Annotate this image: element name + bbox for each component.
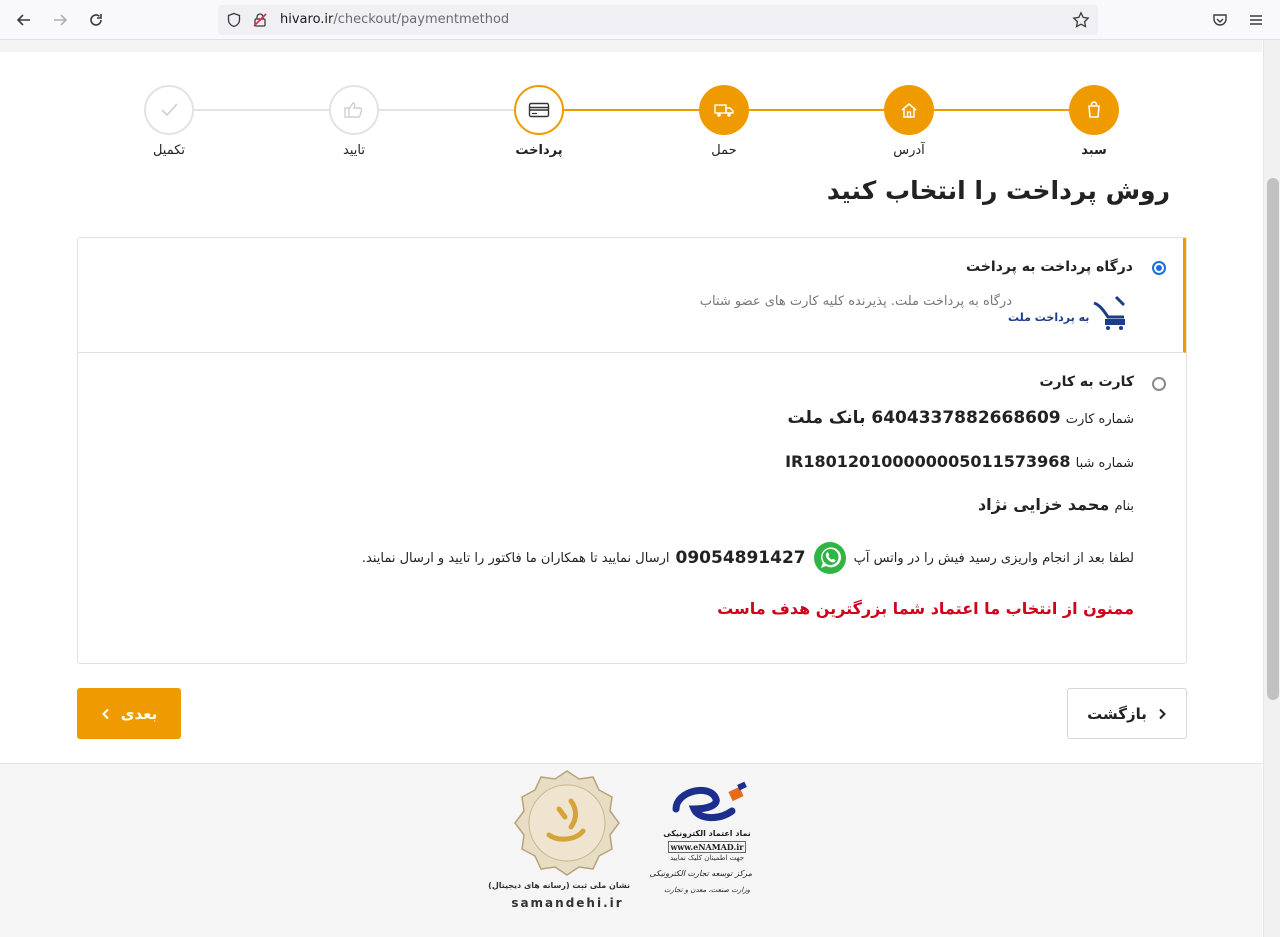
hamburger-menu-icon[interactable] [1244, 8, 1268, 32]
note-before: لطفا بعد از انجام واریزی رسید فیش را در … [853, 550, 1134, 566]
url-text: hivaro.ir/checkout/paymentmethod [280, 12, 509, 27]
credit-card-icon [528, 102, 550, 118]
url-domain: hivaro.ir [280, 12, 334, 27]
page-title: روش پرداخت را انتخاب کنید [826, 176, 1170, 205]
samandehi-seal-icon [514, 770, 620, 876]
gateway-description: درگاه به پرداخت ملت. پذیرنده کلیه کارت ه… [699, 294, 1012, 309]
samandehi-badge[interactable]: نشان ملی ثبت (رسانه های دیجیتال) samande… [488, 769, 630, 914]
home-icon [901, 103, 917, 118]
chevron-right-icon [1159, 708, 1166, 719]
enamad-url: www.eNAMAD.ir [668, 841, 746, 853]
card-to-card-radio[interactable] [1152, 377, 1166, 391]
enamad-hint: جهت اطمینان کلیک نمایید [669, 854, 745, 862]
pocket-icon[interactable] [1208, 8, 1232, 32]
scrollbar-thumb[interactable] [1267, 178, 1279, 700]
enamad-org: مرکز توسعه تجارت الکترونیکی [649, 869, 752, 878]
enamad-title: نماد اعتماد الکترونیکی [663, 829, 751, 838]
mellat-logo: به پرداخت ملت [1008, 293, 1138, 333]
step-confirm [329, 85, 379, 135]
page-scrollbar[interactable] [1263, 40, 1280, 937]
step-cart [1069, 85, 1119, 135]
gateway-title: درگاه پرداخت به پرداخت [966, 259, 1133, 275]
enamad-ministry: وزارت صنعت، معدن و تجارت [663, 886, 751, 894]
sheba-value: IR180120100000005011573968 [785, 452, 1071, 471]
next-button-label: بعدی [120, 704, 158, 723]
step-address [884, 85, 934, 135]
step-label-complete: تکمیل [152, 143, 186, 158]
checkout-page: سبد آدرس حمل پرداخت تایید تکمیل روش پردا… [0, 40, 1262, 937]
bookmark-star-icon[interactable] [1072, 11, 1090, 33]
back-arrow-icon[interactable] [12, 8, 36, 32]
enamad-badge[interactable]: نماد اعتماد الکترونیکی www.eNAMAD.ir جهت… [649, 769, 757, 911]
card-number-row: شماره کارت 6404337882668609 بانک ملت [788, 408, 1134, 428]
bag-icon [1088, 101, 1100, 118]
step-label-cart: سبد [1081, 143, 1107, 158]
next-button[interactable]: بعدی [77, 688, 181, 739]
whatsapp-note-row: لطفا بعد از انجام واریزی رسید فیش را در … [362, 540, 1134, 576]
thanks-message: ممنون از انتخاب ما اعتماد شما بزرگترین ه… [717, 599, 1134, 618]
sheba-row: شماره شبا IR180120100000005011573968 [785, 452, 1134, 471]
owner-label: بنام [1114, 499, 1134, 514]
step-label-address: آدرس [893, 143, 925, 158]
truck-icon [714, 104, 734, 117]
stepper-line-done [539, 109, 1094, 111]
owner-row: بنام محمد خزایی نژاد [978, 495, 1134, 514]
insecure-lock-icon[interactable] [252, 12, 268, 32]
chevron-left-icon [101, 708, 109, 719]
forward-arrow-icon[interactable] [48, 8, 72, 32]
sheba-label: شماره شبا [1075, 456, 1134, 471]
step-shipping [699, 85, 749, 135]
step-complete [144, 85, 194, 135]
whatsapp-phone: 09054891427 [675, 548, 806, 568]
url-path: /checkout/paymentmethod [333, 12, 510, 27]
card-number-value: 6404337882668609 بانک ملت [787, 408, 1061, 428]
footer: نشان ملی ثبت (رسانه های دیجیتال) samande… [0, 763, 1262, 937]
check-icon [161, 103, 178, 117]
samandehi-caption: نشان ملی ثبت (رسانه های دیجیتال) [488, 881, 630, 890]
step-label-payment: پرداخت [515, 143, 563, 158]
shield-icon[interactable] [226, 12, 242, 32]
url-bar[interactable]: hivaro.ir/checkout/paymentmethod [218, 5, 1098, 35]
option-gateway[interactable]: درگاه پرداخت به پرداخت درگاه به پرداخت م… [78, 238, 1186, 353]
gateway-radio[interactable] [1152, 261, 1166, 275]
back-button-label: بازگشت [1087, 704, 1147, 723]
mellat-logo-text: به پرداخت ملت [1008, 311, 1090, 324]
reload-icon[interactable] [84, 8, 108, 32]
step-label-shipping: حمل [711, 143, 737, 158]
card-number-label: شماره کارت [1065, 412, 1134, 427]
payment-methods-box: درگاه پرداخت به پرداخت درگاه به پرداخت م… [77, 237, 1187, 664]
enamad-logo-icon [672, 781, 747, 821]
step-label-confirm: تایید [343, 143, 365, 158]
thumbs-up-icon [344, 102, 363, 118]
page-top-strip [0, 40, 1262, 52]
owner-value: محمد خزایی نژاد [977, 495, 1110, 514]
samandehi-domain: samandehi.ir [511, 896, 624, 910]
mellat-cart-icon [1093, 295, 1126, 330]
card-to-card-title: کارت به کارت [1039, 374, 1134, 390]
back-button[interactable]: بازگشت [1067, 688, 1187, 739]
whatsapp-icon[interactable] [812, 540, 848, 576]
note-after: ارسال نمایید تا همکاران ما فاکتور را تای… [361, 550, 670, 566]
step-payment [514, 85, 564, 135]
browser-toolbar: hivaro.ir/checkout/paymentmethod [0, 0, 1280, 40]
